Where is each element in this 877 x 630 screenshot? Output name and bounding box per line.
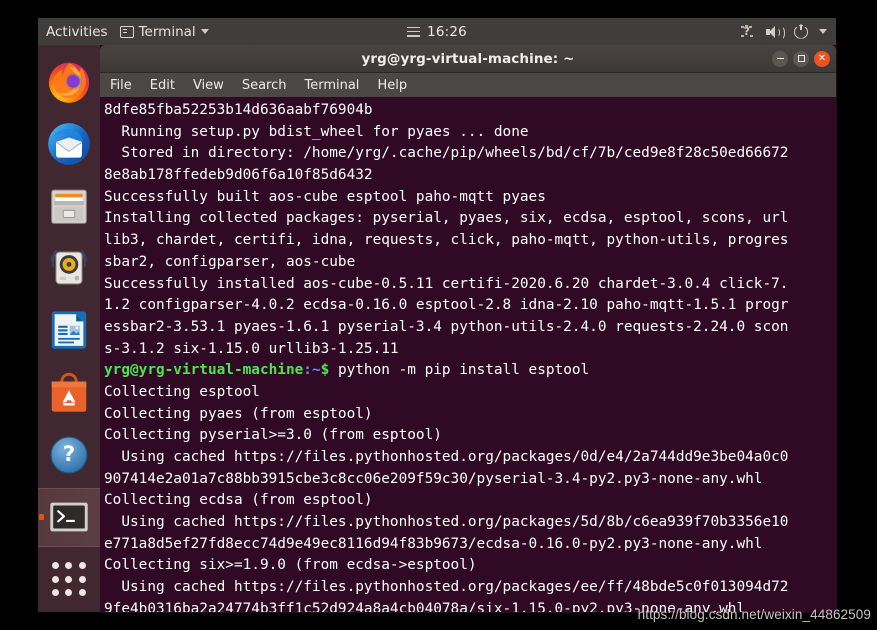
power-icon[interactable] bbox=[794, 24, 808, 39]
terminal-output-line: Using cached https://files.pythonhosted.… bbox=[104, 579, 789, 596]
terminal-output-line: Running setup.py bdist_wheel for pyaes .… bbox=[104, 123, 529, 140]
terminal-output-line: lib3, chardet, certifi, idna, requests, … bbox=[104, 232, 789, 249]
window-title: yrg@yrg-virtual-machine: ~ bbox=[361, 50, 575, 67]
terminal-output-area[interactable]: 8dfe85fba52253b14d636aabf76904b Running … bbox=[100, 98, 836, 612]
terminal-scrollbar[interactable] bbox=[833, 98, 836, 612]
dock-item-thunderbird[interactable] bbox=[38, 114, 100, 173]
dock-item-ubuntu-software[interactable] bbox=[38, 363, 100, 422]
window-controls: ✕ bbox=[772, 50, 830, 67]
terminal-output-line: 907414e2a01a7c88bb3915cbe3c8cc06e209f59c… bbox=[104, 470, 763, 487]
dock-item-terminal[interactable] bbox=[38, 487, 100, 547]
menu-help[interactable]: Help bbox=[377, 78, 407, 93]
terminal-output-line: Collecting pyserial>=3.0 (from esptool) bbox=[104, 427, 442, 444]
help-question-icon: ? bbox=[50, 436, 88, 474]
menu-view[interactable]: View bbox=[193, 78, 224, 93]
gnome-top-bar: Activities Terminal 16:26 ? bbox=[38, 18, 836, 45]
unity-launcher: ? bbox=[38, 45, 100, 612]
terminal-output-line: Collecting ecdsa (from esptool) bbox=[104, 492, 373, 509]
volume-icon[interactable] bbox=[766, 25, 785, 40]
prompt-user-host: yrg@yrg-virtual-machine bbox=[104, 362, 304, 379]
dock-item-firefox[interactable] bbox=[38, 52, 100, 111]
terminal-command-line: yrg@yrg-virtual-machine:~$ python -m pip… bbox=[104, 362, 590, 379]
terminal-output-line: Using cached https://files.pythonhosted.… bbox=[104, 449, 789, 465]
menu-search[interactable]: Search bbox=[242, 78, 287, 93]
svg-text:?: ? bbox=[63, 442, 76, 467]
dock-item-show-applications[interactable] bbox=[38, 550, 100, 609]
terminal-output-line: Collecting esptool bbox=[104, 383, 260, 400]
maximize-button[interactable] bbox=[793, 50, 809, 67]
terminal-output-line: sbar2, configparser, aos-cube bbox=[104, 253, 356, 270]
app-menu-label: Terminal bbox=[138, 23, 196, 40]
terminal-output-line: Successfully built aos-cube esptool paho… bbox=[104, 188, 546, 205]
minimize-button[interactable] bbox=[772, 50, 788, 67]
chevron-down-icon bbox=[200, 29, 209, 34]
hamburger-icon bbox=[407, 26, 421, 37]
watermark: https://blog.csdn.net/weixin_44862509 bbox=[637, 607, 871, 622]
dock-item-libreoffice-writer[interactable] bbox=[38, 301, 100, 360]
thunderbird-icon bbox=[48, 122, 90, 165]
terminal-output-line: e771a8d5ef27fd8ecc74d9e49ec8116d94f83b96… bbox=[104, 535, 763, 552]
music-player-icon bbox=[50, 250, 88, 285]
top-bar-left: Activities Terminal bbox=[38, 24, 209, 40]
dock-item-help[interactable]: ? bbox=[38, 425, 100, 484]
clock[interactable]: 16:26 bbox=[427, 24, 467, 40]
close-button[interactable]: ✕ bbox=[814, 50, 830, 67]
terminal-output-line: Using cached https://files.pythonhosted.… bbox=[104, 514, 789, 531]
terminal-output-line: Installing collected packages: pyserial,… bbox=[104, 210, 789, 227]
activities-button[interactable]: Activities bbox=[46, 24, 108, 40]
ubuntu-software-icon bbox=[51, 372, 87, 412]
terminal-menubar: File Edit View Search Terminal Help bbox=[100, 73, 836, 98]
app-menu-terminal[interactable]: Terminal bbox=[119, 23, 209, 40]
dock-item-files[interactable] bbox=[38, 176, 100, 235]
terminal-output-line: essbar2-3.53.1 pyaes-1.6.1 pyserial-3.4 … bbox=[104, 318, 789, 335]
terminal-output-line: Collecting six>=1.9.0 (from ecdsa->espto… bbox=[104, 557, 477, 574]
top-bar-right: ? bbox=[740, 24, 827, 40]
prompt-symbol: $ bbox=[320, 362, 330, 379]
terminal-output-line: s-3.1.2 six-1.15.0 urllib3-1.25.11 bbox=[104, 340, 399, 357]
terminal-mini-icon bbox=[119, 25, 134, 38]
terminal-output-line: Successfully installed aos-cube-0.5.11 c… bbox=[104, 275, 789, 292]
screen: Activities Terminal 16:26 ? ? yrg@yrg-vi… bbox=[0, 0, 877, 630]
system-menu-chevron-down-icon[interactable] bbox=[819, 29, 827, 34]
dock-item-rhythmbox[interactable] bbox=[38, 239, 100, 298]
app-grid-icon bbox=[52, 562, 86, 597]
terminal-icon bbox=[50, 502, 88, 532]
window-titlebar[interactable]: yrg@yrg-virtual-machine: ~ ✕ bbox=[100, 45, 836, 73]
terminal-output-line: 1.2 configparser-4.0.2 ecdsa-0.16.0 espt… bbox=[104, 297, 789, 314]
menu-edit[interactable]: Edit bbox=[150, 78, 175, 93]
file-cabinet-icon bbox=[51, 189, 87, 224]
accessibility-icon[interactable]: ? bbox=[740, 24, 755, 39]
terminal-output-line: 8e8ab178ffedeb9d06f6a10f85d6432 bbox=[104, 167, 373, 184]
terminal-output-line: 8dfe85fba52253b14d636aabf76904b bbox=[104, 102, 373, 118]
terminal-output-line: Collecting pyaes (from esptool) bbox=[104, 405, 373, 422]
terminal-text: 8dfe85fba52253b14d636aabf76904b Running … bbox=[102, 100, 836, 612]
terminal-window: yrg@yrg-virtual-machine: ~ ✕ File Edit V… bbox=[100, 45, 836, 612]
menu-terminal[interactable]: Terminal bbox=[304, 78, 359, 93]
prompt-path: :~ bbox=[303, 362, 321, 379]
terminal-output-line: Stored in directory: /home/yrg/.cache/pi… bbox=[104, 145, 789, 162]
menu-file[interactable]: File bbox=[110, 78, 132, 93]
libreoffice-writer-icon bbox=[51, 311, 87, 350]
firefox-icon bbox=[48, 62, 90, 103]
